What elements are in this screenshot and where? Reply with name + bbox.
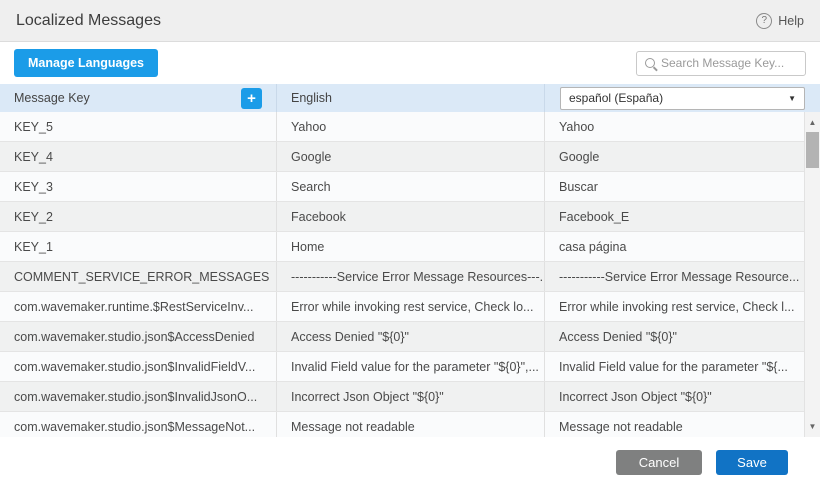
english-value-cell[interactable]: Invalid Field value for the parameter "$… xyxy=(277,352,545,381)
help-label: Help xyxy=(778,14,804,28)
english-value-cell[interactable]: Search xyxy=(277,172,545,201)
grid-rows: KEY_5 Yahoo Yahoo KEY_4 Google Google KE… xyxy=(0,112,804,437)
table-row: KEY_4 Google Google xyxy=(0,142,804,172)
toolbar: Manage Languages xyxy=(0,42,820,84)
translation-value-cell[interactable]: Google xyxy=(545,142,804,171)
message-key-cell: KEY_2 xyxy=(0,202,277,231)
footer: Cancel Save xyxy=(0,437,820,487)
translation-value-cell[interactable]: Access Denied "${0}" xyxy=(545,322,804,351)
message-key-cell: KEY_3 xyxy=(0,172,277,201)
english-value-cell[interactable]: Message not readable xyxy=(277,412,545,437)
table-row: com.wavemaker.runtime.$RestServiceInv...… xyxy=(0,292,804,322)
message-key-cell: com.wavemaker.studio.json$MessageNot... xyxy=(0,412,277,437)
english-value-cell[interactable]: -----------Service Error Message Resourc… xyxy=(277,262,545,291)
grid-body-container: KEY_5 Yahoo Yahoo KEY_4 Google Google KE… xyxy=(0,112,820,437)
search-box[interactable] xyxy=(636,51,806,76)
search-icon xyxy=(645,58,655,68)
save-button[interactable]: Save xyxy=(716,450,788,475)
translation-value-cell[interactable]: Incorrect Json Object "${0}" xyxy=(545,382,804,411)
scroll-up-arrow-icon[interactable]: ▲ xyxy=(805,118,820,127)
message-key-cell: KEY_1 xyxy=(0,232,277,261)
message-key-cell: com.wavemaker.runtime.$RestServiceInv... xyxy=(0,292,277,321)
search-input[interactable] xyxy=(661,56,797,70)
translation-value-cell[interactable]: Invalid Field value for the parameter "$… xyxy=(545,352,804,381)
help-icon: ? xyxy=(756,13,772,29)
message-key-cell: COMMENT_SERVICE_ERROR_MESSAGES xyxy=(0,262,277,291)
english-header-label: English xyxy=(291,91,332,105)
english-value-cell[interactable]: Google xyxy=(277,142,545,171)
chevron-down-icon: ▼ xyxy=(788,94,796,103)
english-value-cell[interactable]: Incorrect Json Object "${0}" xyxy=(277,382,545,411)
english-value-cell[interactable]: Yahoo xyxy=(277,112,545,141)
vertical-scrollbar[interactable]: ▲ ▼ xyxy=(804,112,820,437)
translation-value-cell[interactable]: Message not readable xyxy=(545,412,804,437)
table-row: com.wavemaker.studio.json$MessageNot... … xyxy=(0,412,804,437)
english-value-cell[interactable]: Error while invoking rest service, Check… xyxy=(277,292,545,321)
table-row: KEY_2 Facebook Facebook_E xyxy=(0,202,804,232)
language-select[interactable]: español (España) ▼ xyxy=(560,87,805,110)
scroll-down-arrow-icon[interactable]: ▼ xyxy=(805,422,820,431)
table-row: com.wavemaker.studio.json$InvalidFieldV.… xyxy=(0,352,804,382)
message-key-cell: KEY_4 xyxy=(0,142,277,171)
help-button[interactable]: ? Help xyxy=(756,13,804,29)
scrollbar-thumb[interactable] xyxy=(806,132,819,168)
table-row: KEY_3 Search Buscar xyxy=(0,172,804,202)
english-value-cell[interactable]: Facebook xyxy=(277,202,545,231)
column-header-message-key: Message Key + xyxy=(0,84,277,112)
english-value-cell[interactable]: Access Denied "${0}" xyxy=(277,322,545,351)
title-bar: Localized Messages ? Help xyxy=(0,0,820,42)
translation-value-cell[interactable]: Yahoo xyxy=(545,112,804,141)
column-header-language: español (España) ▼ xyxy=(545,84,820,112)
message-key-cell: com.wavemaker.studio.json$InvalidFieldV.… xyxy=(0,352,277,381)
table-row: com.wavemaker.studio.json$InvalidJsonO..… xyxy=(0,382,804,412)
message-key-cell: KEY_5 xyxy=(0,112,277,141)
message-key-cell: com.wavemaker.studio.json$AccessDenied xyxy=(0,322,277,351)
message-key-cell: com.wavemaker.studio.json$InvalidJsonO..… xyxy=(0,382,277,411)
manage-languages-button[interactable]: Manage Languages xyxy=(14,49,158,77)
column-header-english: English xyxy=(277,84,545,112)
page-title: Localized Messages xyxy=(16,12,161,30)
translation-value-cell[interactable]: casa página xyxy=(545,232,804,261)
cancel-button[interactable]: Cancel xyxy=(616,450,702,475)
table-row: COMMENT_SERVICE_ERROR_MESSAGES ---------… xyxy=(0,262,804,292)
add-key-button[interactable]: + xyxy=(241,88,262,109)
table-row: com.wavemaker.studio.json$AccessDenied A… xyxy=(0,322,804,352)
translation-value-cell[interactable]: Buscar xyxy=(545,172,804,201)
grid-header: Message Key + English español (España) ▼ xyxy=(0,84,820,112)
table-row: KEY_5 Yahoo Yahoo xyxy=(0,112,804,142)
message-key-header-label: Message Key xyxy=(14,91,90,105)
language-select-value: español (España) xyxy=(569,91,663,105)
translation-value-cell[interactable]: Error while invoking rest service, Check… xyxy=(545,292,804,321)
translation-value-cell[interactable]: -----------Service Error Message Resourc… xyxy=(545,262,804,291)
english-value-cell[interactable]: Home xyxy=(277,232,545,261)
table-row: KEY_1 Home casa página xyxy=(0,232,804,262)
translation-value-cell[interactable]: Facebook_E xyxy=(545,202,804,231)
